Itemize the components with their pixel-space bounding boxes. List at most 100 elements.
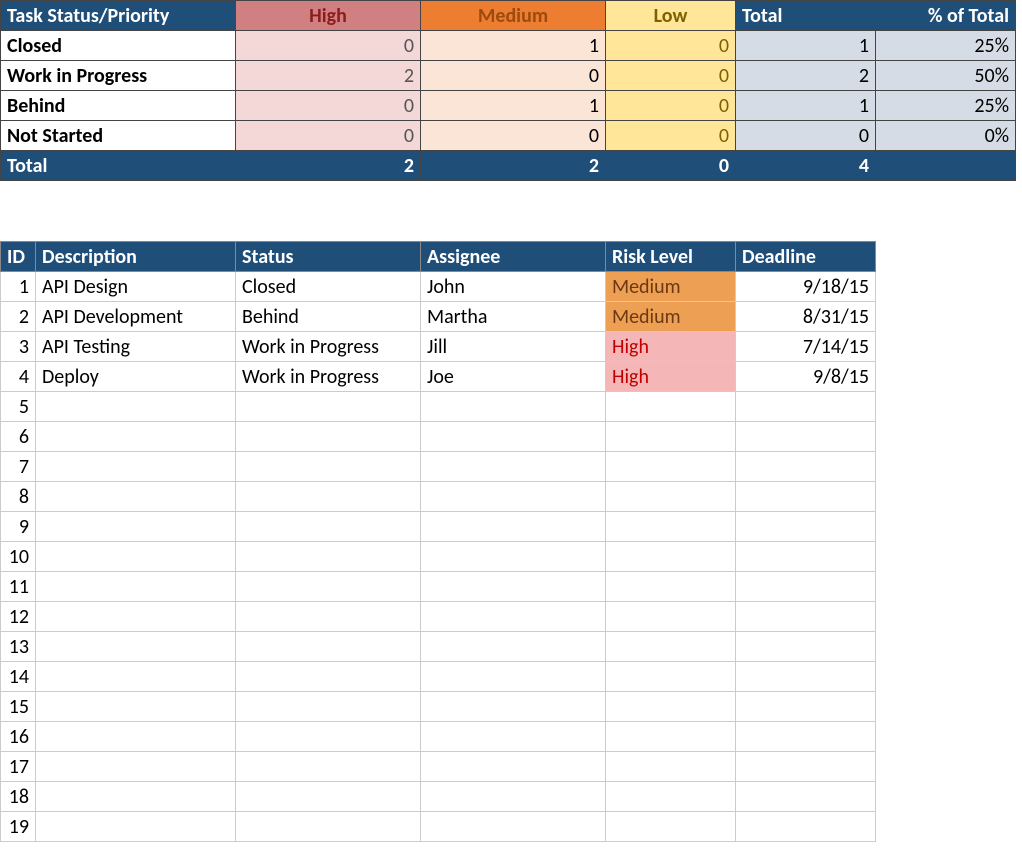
cell-risk[interactable] bbox=[606, 782, 736, 812]
cell-total[interactable]: 0 bbox=[736, 121, 876, 151]
cell-status[interactable] bbox=[236, 572, 421, 602]
row-label[interactable]: Behind bbox=[1, 91, 236, 121]
cell-id[interactable]: 9 bbox=[1, 512, 36, 542]
cell-risk[interactable] bbox=[606, 512, 736, 542]
hdr-high[interactable]: High bbox=[236, 1, 421, 31]
row-label[interactable]: Not Started bbox=[1, 121, 236, 151]
hdr-status[interactable]: Task Status/Priority bbox=[1, 1, 236, 31]
cell-assignee[interactable] bbox=[421, 482, 606, 512]
cell-status[interactable] bbox=[236, 632, 421, 662]
th-desc[interactable]: Description bbox=[36, 242, 236, 272]
cell-desc[interactable] bbox=[36, 722, 236, 752]
totals-pct[interactable] bbox=[876, 151, 1016, 181]
cell-assignee[interactable] bbox=[421, 602, 606, 632]
cell-deadline[interactable]: 7/14/15 bbox=[736, 332, 876, 362]
cell-deadline[interactable] bbox=[736, 482, 876, 512]
cell-status[interactable]: Work in Progress bbox=[236, 332, 421, 362]
cell-id[interactable]: 1 bbox=[1, 272, 36, 302]
cell-id[interactable]: 11 bbox=[1, 572, 36, 602]
cell-desc[interactable]: API Development bbox=[36, 302, 236, 332]
cell-status[interactable] bbox=[236, 542, 421, 572]
cell-desc[interactable] bbox=[36, 752, 236, 782]
cell-deadline[interactable] bbox=[736, 392, 876, 422]
cell-assignee[interactable]: Joe bbox=[421, 362, 606, 392]
cell-deadline[interactable] bbox=[736, 722, 876, 752]
cell-status[interactable]: Work in Progress bbox=[236, 362, 421, 392]
cell-deadline[interactable]: 9/8/15 bbox=[736, 362, 876, 392]
cell-id[interactable]: 8 bbox=[1, 482, 36, 512]
cell-high[interactable]: 2 bbox=[236, 61, 421, 91]
cell-pct[interactable]: 50% bbox=[876, 61, 1016, 91]
cell-low[interactable]: 0 bbox=[606, 61, 736, 91]
cell-desc[interactable]: API Design bbox=[36, 272, 236, 302]
cell-assignee[interactable]: Martha bbox=[421, 302, 606, 332]
cell-risk[interactable] bbox=[606, 602, 736, 632]
cell-assignee[interactable] bbox=[421, 722, 606, 752]
cell-high[interactable]: 0 bbox=[236, 91, 421, 121]
cell-id[interactable]: 15 bbox=[1, 692, 36, 722]
cell-desc[interactable] bbox=[36, 542, 236, 572]
cell-desc[interactable] bbox=[36, 662, 236, 692]
totals-total[interactable]: 4 bbox=[736, 151, 876, 181]
cell-risk[interactable]: High bbox=[606, 332, 736, 362]
th-id[interactable]: ID bbox=[1, 242, 36, 272]
totals-low[interactable]: 0 bbox=[606, 151, 736, 181]
cell-deadline[interactable] bbox=[736, 752, 876, 782]
cell-status[interactable] bbox=[236, 782, 421, 812]
cell-deadline[interactable] bbox=[736, 512, 876, 542]
cell-assignee[interactable] bbox=[421, 662, 606, 692]
cell-id[interactable]: 6 bbox=[1, 422, 36, 452]
cell-pct[interactable]: 25% bbox=[876, 91, 1016, 121]
cell-status[interactable] bbox=[236, 692, 421, 722]
totals-med[interactable]: 2 bbox=[421, 151, 606, 181]
cell-deadline[interactable] bbox=[736, 662, 876, 692]
th-assignee[interactable]: Assignee bbox=[421, 242, 606, 272]
cell-risk[interactable] bbox=[606, 722, 736, 752]
cell-risk[interactable] bbox=[606, 632, 736, 662]
cell-deadline[interactable] bbox=[736, 422, 876, 452]
cell-assignee[interactable] bbox=[421, 812, 606, 842]
cell-low[interactable]: 0 bbox=[606, 121, 736, 151]
cell-status[interactable]: Closed bbox=[236, 272, 421, 302]
cell-assignee[interactable] bbox=[421, 422, 606, 452]
cell-desc[interactable] bbox=[36, 782, 236, 812]
cell-total[interactable]: 1 bbox=[736, 31, 876, 61]
totals-label[interactable]: Total bbox=[1, 151, 236, 181]
row-label[interactable]: Work in Progress bbox=[1, 61, 236, 91]
cell-assignee[interactable] bbox=[421, 572, 606, 602]
cell-risk[interactable]: Medium bbox=[606, 272, 736, 302]
cell-id[interactable]: 7 bbox=[1, 452, 36, 482]
cell-id[interactable]: 13 bbox=[1, 632, 36, 662]
cell-deadline[interactable] bbox=[736, 602, 876, 632]
cell-assignee[interactable] bbox=[421, 692, 606, 722]
cell-risk[interactable] bbox=[606, 692, 736, 722]
cell-assignee[interactable] bbox=[421, 632, 606, 662]
cell-assignee[interactable] bbox=[421, 542, 606, 572]
cell-id[interactable]: 10 bbox=[1, 542, 36, 572]
cell-deadline[interactable]: 9/18/15 bbox=[736, 272, 876, 302]
cell-deadline[interactable] bbox=[736, 812, 876, 842]
cell-total[interactable]: 2 bbox=[736, 61, 876, 91]
cell-status[interactable] bbox=[236, 512, 421, 542]
th-status[interactable]: Status bbox=[236, 242, 421, 272]
cell-desc[interactable] bbox=[36, 602, 236, 632]
cell-status[interactable] bbox=[236, 392, 421, 422]
cell-id[interactable]: 16 bbox=[1, 722, 36, 752]
cell-risk[interactable] bbox=[606, 572, 736, 602]
cell-status[interactable] bbox=[236, 812, 421, 842]
cell-med[interactable]: 0 bbox=[421, 121, 606, 151]
cell-status[interactable] bbox=[236, 722, 421, 752]
cell-desc[interactable] bbox=[36, 482, 236, 512]
cell-risk[interactable] bbox=[606, 812, 736, 842]
th-risk[interactable]: Risk Level bbox=[606, 242, 736, 272]
cell-risk[interactable] bbox=[606, 392, 736, 422]
cell-deadline[interactable] bbox=[736, 632, 876, 662]
cell-desc[interactable]: Deploy bbox=[36, 362, 236, 392]
cell-status[interactable] bbox=[236, 662, 421, 692]
totals-high[interactable]: 2 bbox=[236, 151, 421, 181]
cell-status[interactable] bbox=[236, 422, 421, 452]
cell-total[interactable]: 1 bbox=[736, 91, 876, 121]
cell-risk[interactable] bbox=[606, 752, 736, 782]
hdr-pct[interactable]: % of Total bbox=[876, 1, 1016, 31]
row-label[interactable]: Closed bbox=[1, 31, 236, 61]
